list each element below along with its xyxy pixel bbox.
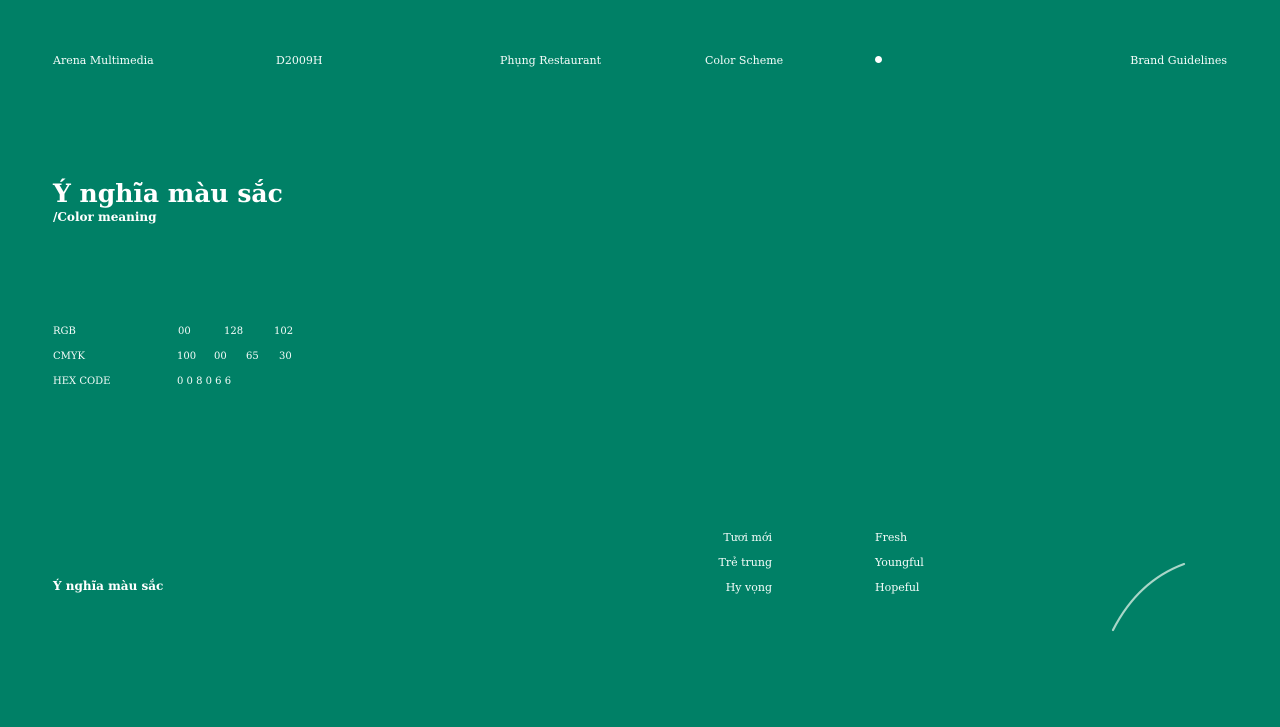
rgb-value-b: 102 [274, 326, 294, 337]
header-dot-icon [875, 56, 882, 63]
meaning-vi-3: Hy vọng [725, 581, 772, 594]
page-subtitle: /Color meaning [53, 210, 157, 224]
meaning-vi-2: Trẻ trung [718, 556, 773, 569]
cmyk-value-m: 00 [214, 351, 227, 362]
brand-guideline-page: Arena Multimedia D2009H Phụng Restaurant… [0, 0, 1280, 727]
hex-value: 0 0 8 0 6 6 [177, 376, 232, 387]
header-org: Arena Multimedia [53, 54, 154, 67]
rgb-value-r: 00 [178, 326, 191, 337]
rgb-label: RGB [53, 326, 76, 337]
meaning-en-2: Youngful [875, 556, 924, 569]
cmyk-value-k: 30 [279, 351, 292, 362]
header-section: Color Scheme [705, 54, 784, 67]
meaning-en-3: Hopeful [875, 581, 920, 594]
header-doc: Brand Guidelines [1130, 54, 1227, 67]
arc-decoration-icon [1111, 562, 1186, 632]
cmyk-label: CMYK [53, 351, 85, 362]
cmyk-value-c: 100 [177, 351, 197, 362]
hex-label: HEX CODE [53, 376, 111, 387]
meaning-en-1: Fresh [875, 531, 908, 544]
arc-stroke [1111, 562, 1186, 632]
meaning-vi-1: Tươi mới [723, 531, 772, 544]
header-project: Phụng Restaurant [500, 54, 602, 67]
rgb-value-g: 128 [224, 326, 244, 337]
header-class-code: D2009H [276, 54, 323, 67]
footer-title: Ý nghĩa màu sắc [53, 579, 164, 593]
page-title: Ý nghĩa màu sắc [53, 179, 283, 208]
cmyk-value-y: 65 [246, 351, 259, 362]
